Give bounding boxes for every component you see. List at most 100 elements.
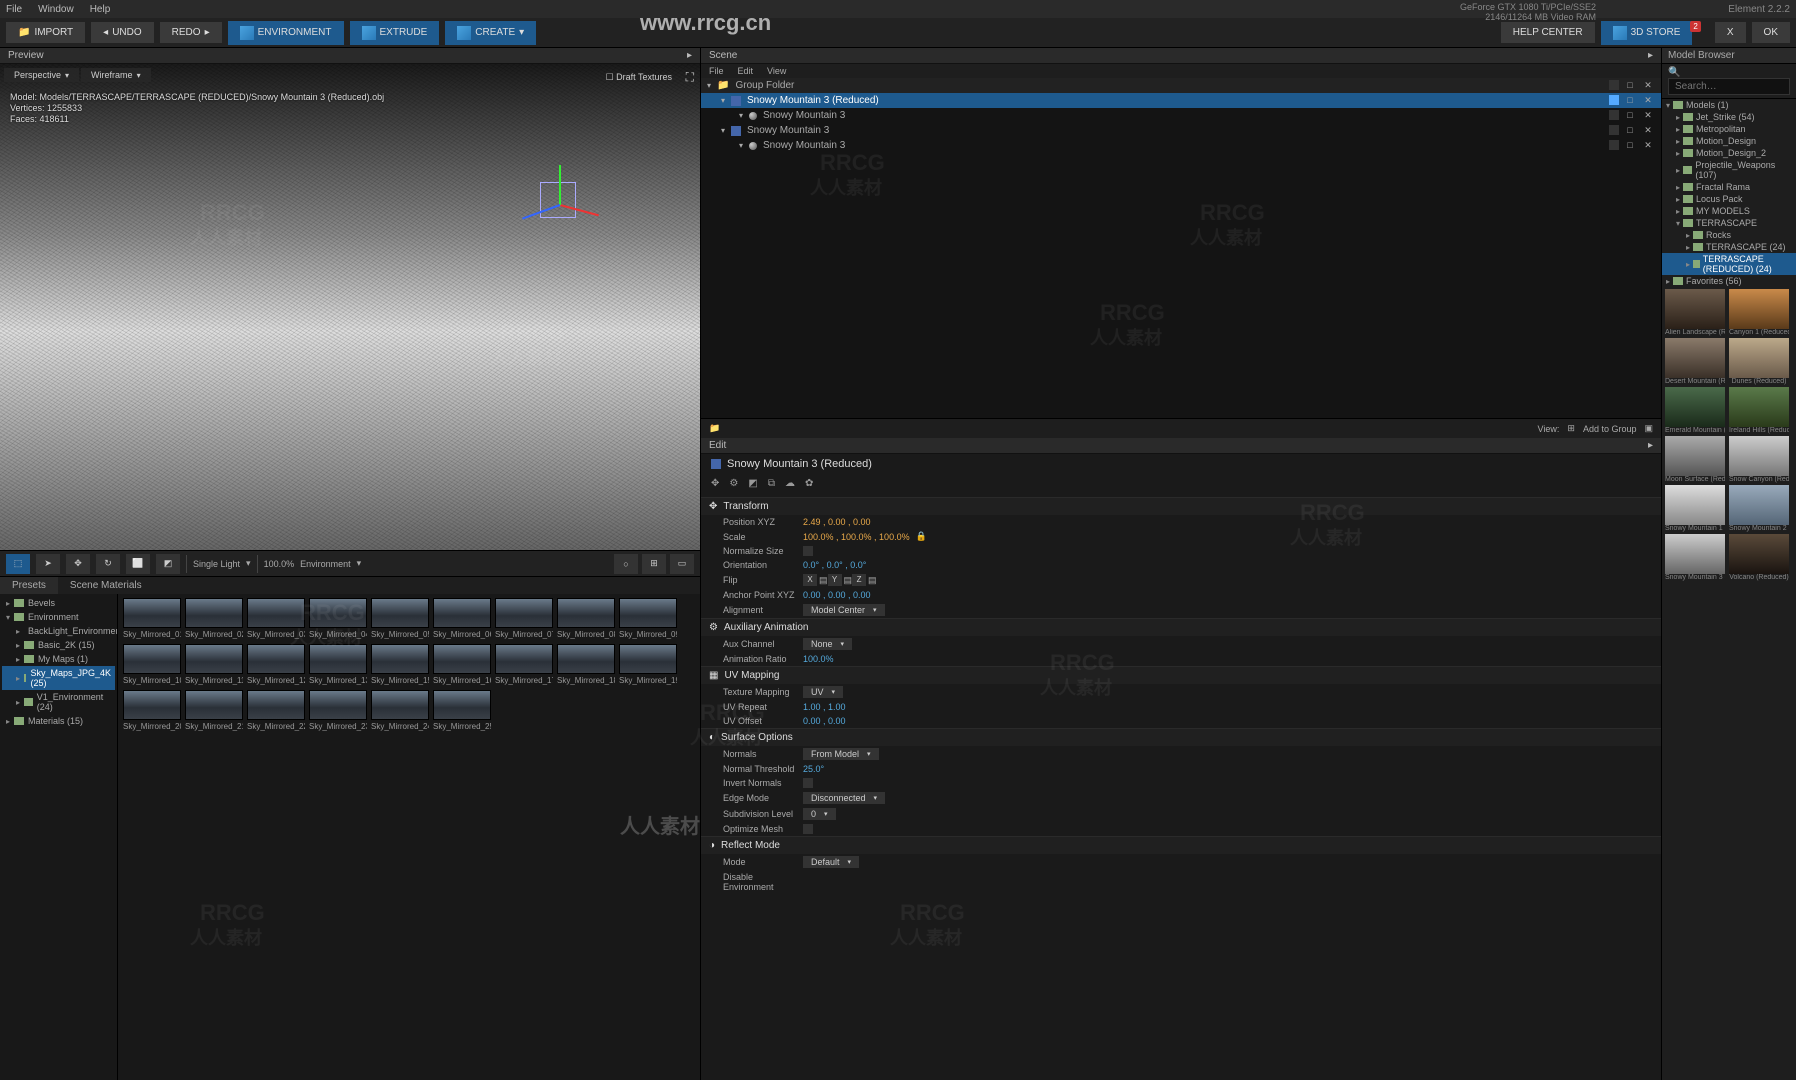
preset-thumb[interactable]: Sky_Mirrored_11: [184, 644, 244, 688]
flip-x[interactable]: X: [803, 574, 817, 586]
3d-store-button[interactable]: 3D STORE: [1601, 21, 1693, 45]
preset-tree[interactable]: ▸Bevels▾Environment▸BackLight_Environmen…: [0, 594, 118, 1080]
browser-thumb[interactable]: Snowy Mountain 2 (Red: [1728, 485, 1790, 532]
preset-tree-item[interactable]: ▸BackLight_Environments: [2, 624, 115, 638]
scene-row[interactable]: ▾📁Group Folder□✕: [701, 78, 1661, 93]
browser-tree-item[interactable]: ▾Models (1): [1662, 99, 1796, 111]
browser-tree-item[interactable]: ▸Rocks: [1662, 229, 1796, 241]
scale-icon[interactable]: ◩: [748, 478, 757, 489]
preset-tree-item[interactable]: ▸Materials (15): [2, 714, 115, 728]
visibility-icon[interactable]: □: [1623, 80, 1637, 91]
color-swatch[interactable]: [1609, 140, 1619, 150]
preset-thumb[interactable]: Sky_Mirrored_06: [432, 598, 492, 642]
menu-file[interactable]: File: [6, 4, 22, 15]
flip-z[interactable]: Z: [852, 574, 866, 586]
preset-thumb[interactable]: Sky_Mirrored_04: [308, 598, 368, 642]
scene-tree[interactable]: ▾📁Group Folder□✕▾Snowy Mountain 3 (Reduc…: [701, 78, 1661, 418]
collapse-icon[interactable]: ▸: [1648, 50, 1653, 61]
alignment-dropdown[interactable]: Model Center: [803, 604, 885, 616]
orientation-value[interactable]: 0.0° , 0.0° , 0.0°: [803, 560, 866, 570]
delete-icon[interactable]: ✕: [1641, 140, 1655, 151]
preset-thumb[interactable]: Sky_Mirrored_07: [494, 598, 554, 642]
view-mode-a[interactable]: ○: [614, 554, 638, 574]
scene-row[interactable]: ▾Snowy Mountain 3□✕: [701, 138, 1661, 153]
preset-thumb[interactable]: Sky_Mirrored_05: [370, 598, 430, 642]
folder-icon[interactable]: 📁: [709, 423, 720, 434]
preset-thumb[interactable]: Sky_Mirrored_24: [370, 690, 430, 734]
preset-thumb[interactable]: Sky_Mirrored_08: [556, 598, 616, 642]
sub-dropdown[interactable]: 0: [803, 808, 836, 820]
thresh-value[interactable]: 25.0°: [803, 764, 824, 774]
move-icon[interactable]: ✥: [711, 478, 719, 489]
tab-scene-materials[interactable]: Scene Materials: [58, 577, 154, 594]
section-uv[interactable]: ▦ UV Mapping: [701, 667, 1661, 684]
expand-viewport-icon[interactable]: ⛶: [686, 70, 694, 85]
browser-tree-item[interactable]: ▸Metropolitan: [1662, 123, 1796, 135]
browser-tree-item[interactable]: ▸Locus Pack: [1662, 193, 1796, 205]
visibility-icon[interactable]: □: [1623, 110, 1637, 121]
preset-thumb[interactable]: Sky_Mirrored_09: [618, 598, 678, 642]
tool-rotate[interactable]: ↻: [96, 554, 120, 574]
preset-thumb[interactable]: Sky_Mirrored_03: [246, 598, 306, 642]
browser-thumb[interactable]: Snow Canyon (Reduce: [1728, 436, 1790, 483]
section-transform[interactable]: ✥ Transform: [701, 498, 1661, 515]
preset-thumb[interactable]: Sky_Mirrored_22: [246, 690, 306, 734]
preset-tree-item[interactable]: ▸My Maps (1): [2, 652, 115, 666]
ok-button[interactable]: OK: [1752, 22, 1790, 43]
optimize-checkbox[interactable]: [803, 824, 813, 834]
browser-tree-item[interactable]: ▸Projectile_Weapons (107): [1662, 159, 1796, 181]
preset-thumb[interactable]: Sky_Mirrored_17: [494, 644, 554, 688]
scene-row[interactable]: ▾Snowy Mountain 3 (Reduced)□✕: [701, 93, 1661, 108]
zoom-value[interactable]: 100.0%: [264, 559, 295, 569]
scene-menu-edit[interactable]: Edit: [738, 66, 754, 76]
cloud-icon[interactable]: ☁: [785, 478, 795, 489]
delete-icon[interactable]: ✕: [1641, 125, 1655, 136]
model-browser-thumbs[interactable]: Alien Landscape (ReducCanyon 1 (Reduced)…: [1662, 287, 1796, 1080]
import-button[interactable]: 📁 IMPORT: [6, 22, 85, 43]
tool-anchor[interactable]: ◩: [156, 554, 180, 574]
ratio-value[interactable]: 100.0%: [803, 654, 834, 664]
browser-thumb[interactable]: Moon Surface (Reduce: [1664, 436, 1726, 483]
tab-presets[interactable]: Presets: [0, 577, 58, 594]
tool-scale[interactable]: ⬜: [126, 554, 150, 574]
scene-menu-view[interactable]: View: [767, 66, 786, 76]
env-label[interactable]: Environment: [300, 559, 351, 569]
browser-thumb[interactable]: Canyon 1 (Reduced): [1728, 289, 1790, 336]
color-swatch[interactable]: [1609, 125, 1619, 135]
preset-tree-item[interactable]: ▾Environment: [2, 610, 115, 624]
delete-icon[interactable]: ✕: [1641, 95, 1655, 106]
visibility-icon[interactable]: □: [1623, 125, 1637, 136]
browser-tree-item[interactable]: ▸TERRASCAPE (24): [1662, 241, 1796, 253]
browser-tree-item[interactable]: ▸Jet_Strike (54): [1662, 111, 1796, 123]
visibility-icon[interactable]: □: [1623, 140, 1637, 151]
browser-thumb[interactable]: Volcano (Reduced): [1728, 534, 1790, 581]
settings-icon[interactable]: ✿: [805, 478, 813, 489]
visibility-icon[interactable]: □: [1623, 95, 1637, 106]
model-browser-tree[interactable]: ▾Models (1)▸Jet_Strike (54)▸Metropolitan…: [1662, 99, 1796, 287]
section-reflect[interactable]: ◑ Reflect Mode: [701, 837, 1661, 854]
help-center-button[interactable]: HELP CENTER: [1501, 22, 1595, 43]
delete-icon[interactable]: ✕: [1641, 110, 1655, 121]
normalize-checkbox[interactable]: [803, 546, 813, 556]
collapse-icon[interactable]: ▸: [687, 50, 692, 61]
preset-tree-item[interactable]: ▸Bevels: [2, 596, 115, 610]
preset-thumb[interactable]: Sky_Mirrored_02: [184, 598, 244, 642]
viewport[interactable]: Perspective Wireframe Model: Models/TERR…: [0, 64, 700, 550]
preset-thumb[interactable]: Sky_Mirrored_25: [432, 690, 492, 734]
browser-tree-item[interactable]: ▸Motion_Design_2: [1662, 147, 1796, 159]
color-swatch[interactable]: [1609, 110, 1619, 120]
edit-tab[interactable]: Edit: [709, 440, 726, 451]
copy-icon[interactable]: ⧉: [768, 478, 775, 489]
position-value[interactable]: 2.49 , 0.00 , 0.00: [803, 517, 871, 527]
view-grid-icon[interactable]: ⊞: [1567, 423, 1575, 434]
search-input[interactable]: [1668, 78, 1790, 95]
create-button[interactable]: CREATE ▾: [445, 21, 536, 45]
tool-move[interactable]: ✥: [66, 554, 90, 574]
view-mode-c[interactable]: ▭: [670, 554, 694, 574]
uvrep-value[interactable]: 1.00 , 1.00: [803, 702, 846, 712]
add-to-group[interactable]: Add to Group: [1583, 424, 1637, 434]
preset-tree-item[interactable]: ▸V1_Environment (24): [2, 690, 115, 714]
browser-thumb[interactable]: Emerald Mountain (Red: [1664, 387, 1726, 434]
environment-button[interactable]: ENVIRONMENT: [228, 21, 344, 45]
browser-thumb[interactable]: Desert Mountain (Reduc: [1664, 338, 1726, 385]
